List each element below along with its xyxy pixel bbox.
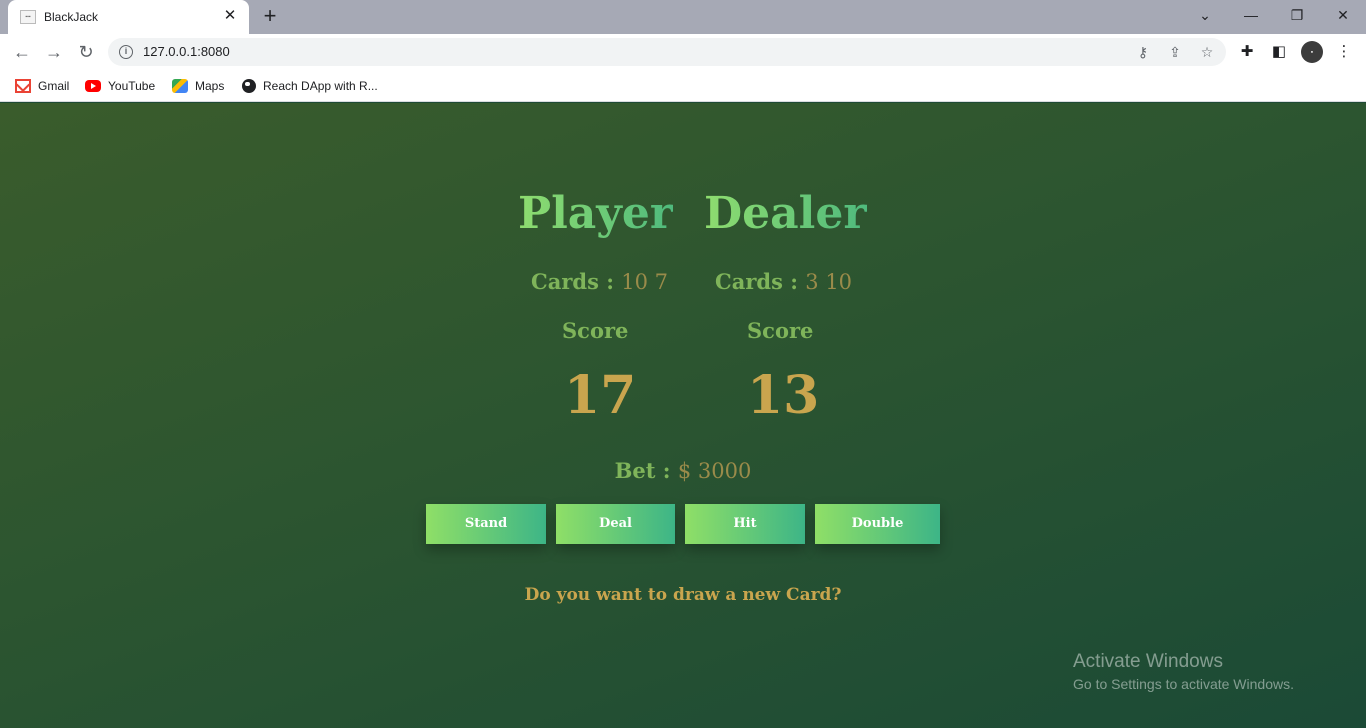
player-cards-label: Cards :: [531, 269, 614, 294]
bookmark-maps[interactable]: Maps: [172, 76, 224, 96]
watermark-subtitle: Go to Settings to activate Windows.: [1073, 676, 1294, 692]
bookmark-youtube[interactable]: YouTube: [85, 76, 155, 96]
browser-toolbar: ← → ↻ i 127.0.0.1:8080 ⚷ ⇪ ☆ ✚ ◧ ● ⋮: [0, 34, 1366, 70]
new-tab-button[interactable]: +: [258, 5, 282, 29]
reload-button[interactable]: ↻: [74, 41, 98, 63]
bookmarks-bar: Gmail YouTube Maps Reach DApp with R...: [0, 70, 1366, 102]
address-bar[interactable]: i 127.0.0.1:8080 ⚷ ⇪ ☆: [108, 38, 1226, 66]
back-button[interactable]: ←: [10, 41, 34, 63]
gmail-icon: [15, 79, 31, 93]
globe-icon: [242, 79, 256, 93]
player-score: 17: [564, 365, 637, 426]
side-panel-icon[interactable]: ◧: [1268, 41, 1290, 63]
tab-title: BlackJack: [44, 10, 99, 24]
minimize-button[interactable]: —: [1238, 4, 1264, 26]
close-window-button[interactable]: ✕: [1330, 4, 1356, 26]
site-favicon-icon: ▪▪▪: [20, 10, 36, 24]
url-text[interactable]: 127.0.0.1:8080: [143, 44, 230, 59]
tab-close-icon[interactable]: ✕: [221, 7, 239, 25]
bookmark-reach-dapp[interactable]: Reach DApp with R...: [242, 76, 378, 96]
share-icon[interactable]: ⇪: [1166, 44, 1184, 60]
player-cards-value: 10 7: [621, 270, 669, 294]
draw-card-prompt: Do you want to draw a new Card?: [524, 585, 842, 605]
youtube-icon: [85, 80, 101, 92]
activate-windows-watermark: Activate Windows Go to Settings to activ…: [1073, 651, 1294, 692]
bookmark-label: YouTube: [108, 79, 156, 93]
bet-display: Bet : $ 3000: [0, 458, 1366, 483]
profile-avatar[interactable]: ●: [1301, 41, 1323, 63]
restore-button[interactable]: ❐: [1284, 4, 1310, 26]
tab-strip: ▪▪▪ BlackJack ✕ + ⌄ — ❐ ✕: [0, 0, 1366, 34]
extensions-puzzle-icon[interactable]: ✚: [1236, 41, 1258, 63]
dealer-score: 13: [747, 365, 820, 426]
bookmark-label: Gmail: [38, 79, 70, 93]
bet-value: $ 3000: [677, 459, 752, 483]
player-cards: Cards : 10 7: [531, 269, 668, 294]
forward-button[interactable]: →: [42, 41, 66, 63]
dealer-cards: Cards : 3 10: [715, 269, 852, 294]
stand-button[interactable]: Stand: [426, 504, 546, 544]
bookmark-star-icon[interactable]: ☆: [1198, 44, 1216, 60]
browser-tab[interactable]: ▪▪▪ BlackJack ✕: [8, 0, 249, 34]
key-icon[interactable]: ⚷: [1134, 44, 1152, 60]
bookmark-label: Reach DApp with R...: [263, 79, 378, 93]
maps-icon: [172, 79, 188, 93]
dealer-cards-value: 3 10: [805, 270, 853, 294]
site-info-icon[interactable]: i: [119, 45, 133, 59]
bookmark-gmail[interactable]: Gmail: [15, 76, 69, 96]
hit-button[interactable]: Hit: [685, 504, 805, 544]
dealer-score-label: Score: [747, 318, 814, 343]
player-heading: Player: [518, 188, 674, 239]
blackjack-page: Player Dealer Cards : 10 7 Cards : 3 10 …: [0, 103, 1366, 728]
tab-search-chevron-icon[interactable]: ⌄: [1192, 4, 1218, 26]
double-button[interactable]: Double: [815, 504, 940, 544]
dealer-cards-label: Cards :: [715, 269, 798, 294]
bookmark-label: Maps: [195, 79, 225, 93]
menu-kebab-icon[interactable]: ⋮: [1333, 41, 1355, 63]
bet-label: Bet :: [614, 458, 671, 483]
watermark-title: Activate Windows: [1073, 651, 1223, 672]
player-score-label: Score: [562, 318, 629, 343]
dealer-heading: Dealer: [704, 188, 867, 239]
deal-button[interactable]: Deal: [556, 504, 675, 544]
